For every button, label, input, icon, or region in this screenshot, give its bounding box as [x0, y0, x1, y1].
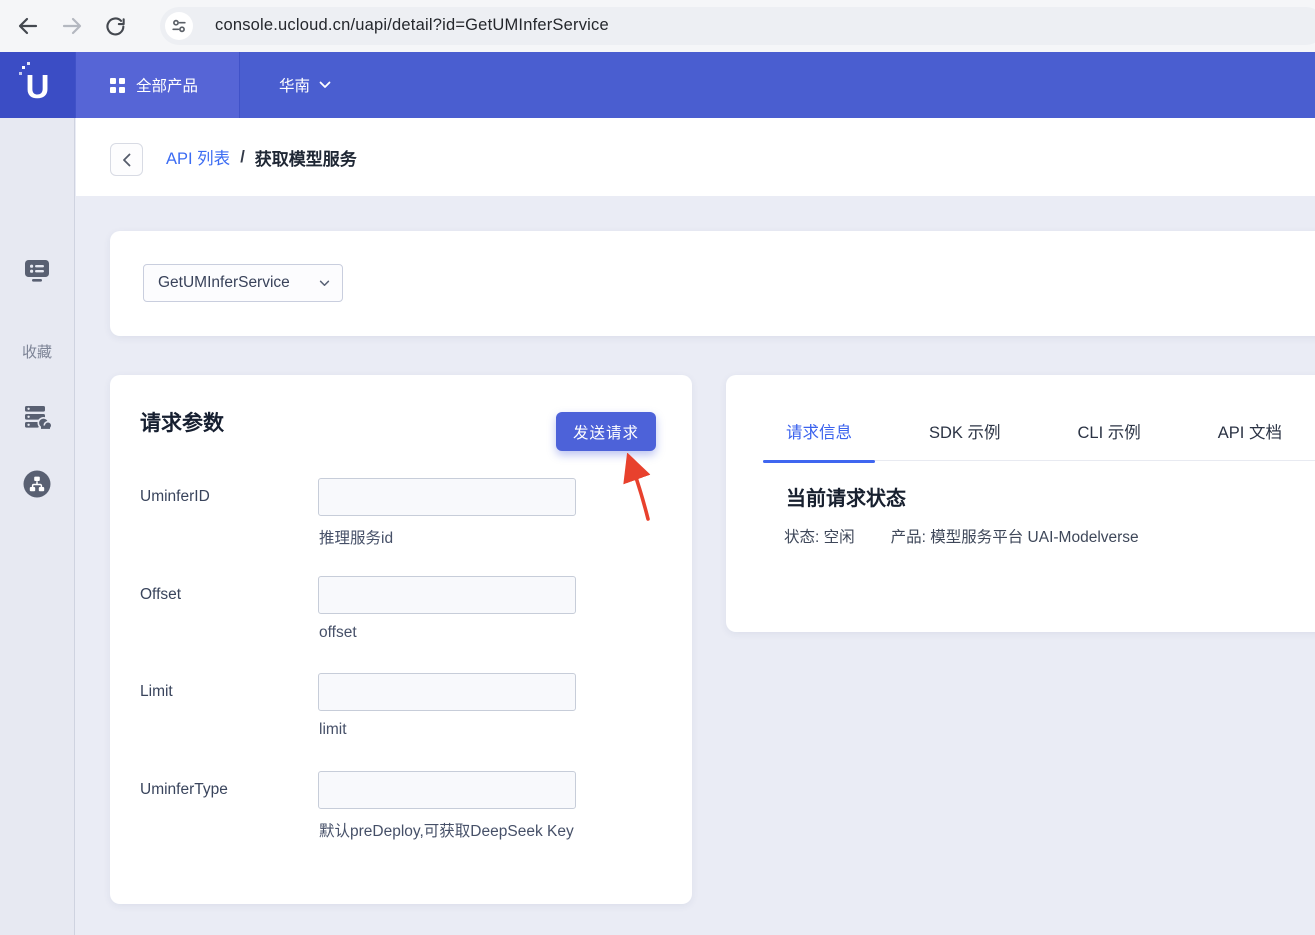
- send-request-button[interactable]: 发送请求: [556, 412, 656, 451]
- form-row-offset: Offset offset: [110, 576, 692, 668]
- breadcrumb-separator: /: [240, 148, 245, 167]
- current-request-status-title: 当前请求状态: [786, 482, 906, 511]
- uminferid-input[interactable]: [318, 478, 576, 516]
- site-settings-icon[interactable]: [165, 12, 193, 40]
- back-button[interactable]: [110, 143, 143, 176]
- api-selector[interactable]: GetUMInferService: [143, 264, 343, 302]
- logo-pixel-dot: [22, 66, 25, 69]
- logo-pixel-dot: [27, 62, 30, 65]
- ucloud-logo[interactable]: U: [0, 52, 75, 118]
- page-title: 获取模型服务: [255, 145, 357, 170]
- sidebar-item-console[interactable]: [22, 258, 52, 289]
- browser-back-button[interactable]: [15, 13, 41, 39]
- arrow-right-icon: [60, 14, 84, 38]
- tab-sdk-example[interactable]: SDK 示例: [929, 419, 1001, 443]
- response-card: 请求信息 SDK 示例 CLI 示例 API 文档 当前请求状态 状态: 空闲 …: [726, 375, 1315, 632]
- request-params-title: 请求参数: [140, 407, 224, 437]
- url-text: console.ucloud.cn/uapi/detail?id=GetUMIn…: [215, 16, 609, 35]
- reload-icon: [104, 15, 127, 38]
- page-header: API 列表 / 获取模型服务: [76, 118, 1315, 196]
- region-selector[interactable]: 华南: [279, 52, 331, 118]
- request-params-card: 请求参数 发送请求 UminferID 推理服务id Offset offset…: [110, 375, 692, 904]
- form-row-limit: Limit limit: [110, 673, 692, 765]
- sidebar-item-favorites[interactable]: 收藏: [22, 341, 52, 362]
- tab-request-info[interactable]: 请求信息: [786, 419, 852, 443]
- offset-input[interactable]: [318, 576, 576, 614]
- region-label: 华南: [279, 74, 310, 96]
- chevron-down-icon: [319, 280, 330, 287]
- response-tabs: 请求信息 SDK 示例 CLI 示例 API 文档: [763, 419, 1315, 461]
- sidebar-item-resources[interactable]: [21, 403, 53, 438]
- limit-input[interactable]: [318, 673, 576, 711]
- field-label: UminferID: [140, 488, 210, 506]
- server-cloud-icon: [21, 403, 53, 433]
- breadcrumb: API 列表 / 获取模型服务: [166, 118, 357, 196]
- breadcrumb-link-api-list[interactable]: API 列表: [166, 145, 230, 169]
- sidebar-item-topology[interactable]: [22, 469, 52, 504]
- org-network-icon: [22, 469, 52, 499]
- top-navbar: U 全部产品 华南: [0, 52, 1315, 118]
- status-line: 状态: 空闲 产品: 模型服务平台 UAI-Modelverse: [784, 525, 1139, 547]
- form-row-uminfertype: UminferType 默认preDeploy,可获取DeepSeek Key: [110, 771, 692, 863]
- all-products-menu[interactable]: 全部产品: [75, 52, 240, 118]
- field-label: UminferType: [140, 781, 228, 799]
- logo-letter: U: [26, 70, 50, 103]
- field-helper: offset: [319, 624, 357, 642]
- all-products-label: 全部产品: [136, 74, 198, 96]
- form-row-uminferid: UminferID 推理服务id: [110, 478, 692, 570]
- left-sidebar: 收藏: [0, 118, 75, 935]
- api-selector-value: GetUMInferService: [158, 274, 290, 292]
- field-helper: 推理服务id: [319, 526, 393, 548]
- grid-icon: [110, 78, 125, 93]
- url-bar[interactable]: console.ucloud.cn/uapi/detail?id=GetUMIn…: [160, 7, 1315, 45]
- status-value: 状态: 空闲: [784, 525, 855, 547]
- browser-toolbar: console.ucloud.cn/uapi/detail?id=GetUMIn…: [0, 0, 1315, 52]
- chevron-down-icon: [319, 81, 331, 89]
- tab-api-docs[interactable]: API 文档: [1218, 419, 1282, 443]
- uminfertype-input[interactable]: [318, 771, 576, 809]
- logo-pixel-dot: [19, 72, 22, 75]
- browser-forward-button[interactable]: [59, 13, 85, 39]
- product-value: 产品: 模型服务平台 UAI-Modelverse: [891, 525, 1139, 547]
- browser-reload-button[interactable]: [102, 13, 128, 39]
- field-helper: 默认preDeploy,可获取DeepSeek Key: [319, 819, 574, 841]
- console-display-icon: [22, 258, 52, 284]
- api-selector-card: GetUMInferService: [110, 231, 1315, 336]
- field-helper: limit: [319, 721, 347, 739]
- field-label: Limit: [140, 683, 173, 701]
- tab-cli-example[interactable]: CLI 示例: [1078, 419, 1141, 443]
- arrow-left-icon: [16, 14, 40, 38]
- chevron-left-icon: [122, 153, 131, 167]
- field-label: Offset: [140, 586, 181, 604]
